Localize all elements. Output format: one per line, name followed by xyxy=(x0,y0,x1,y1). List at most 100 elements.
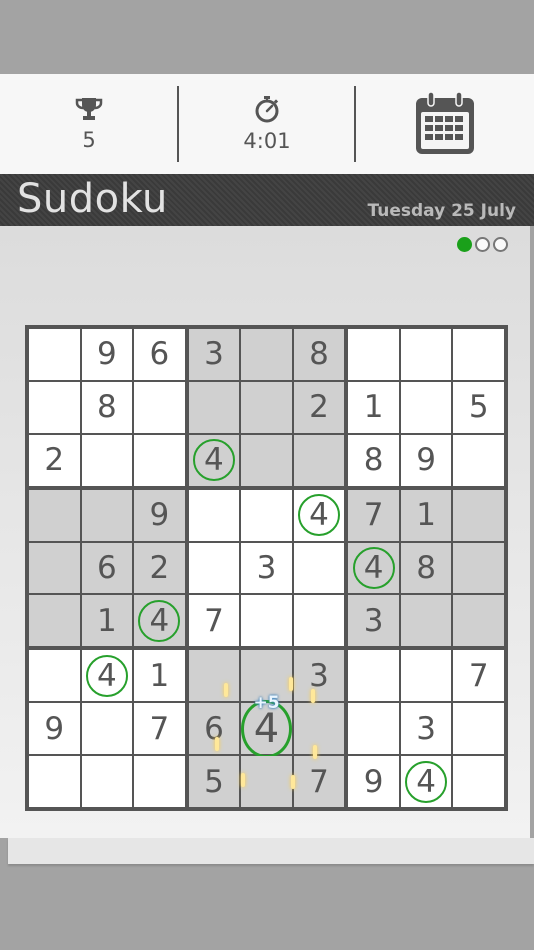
grid-cell[interactable] xyxy=(81,434,133,486)
grid-cell[interactable] xyxy=(400,650,452,702)
grid-cell[interactable] xyxy=(81,489,133,541)
grid-cell[interactable] xyxy=(29,650,80,702)
page-dot[interactable] xyxy=(475,237,490,252)
cell-digit: 2 xyxy=(44,442,65,479)
grid-cell[interactable] xyxy=(453,542,504,594)
cell-digit: 8 xyxy=(309,336,329,373)
grid-cell[interactable] xyxy=(293,542,345,594)
grid-cell[interactable]: 3 xyxy=(348,595,399,647)
grid-cell[interactable]: 3 xyxy=(400,703,452,755)
grid-cell[interactable] xyxy=(453,595,504,647)
grid-cell[interactable]: 7 xyxy=(348,489,399,541)
cell-digit: 3 xyxy=(204,336,224,373)
grid-cell[interactable] xyxy=(188,650,240,702)
correct-digit: 4 xyxy=(298,494,341,537)
timer: 4:01 xyxy=(178,74,356,174)
grid-cell[interactable] xyxy=(81,756,133,807)
grid-cell[interactable] xyxy=(348,329,399,380)
grid-cell[interactable] xyxy=(188,381,240,433)
grid-cell[interactable]: 7 xyxy=(293,756,345,807)
grid-cell[interactable]: 1 xyxy=(348,381,399,433)
grid-cell[interactable]: 7 xyxy=(188,595,240,647)
grid-cell[interactable]: 8 xyxy=(400,542,452,594)
grid-cell[interactable] xyxy=(400,595,452,647)
grid-cell[interactable]: 3 xyxy=(188,329,240,380)
grid-cell[interactable]: 2 xyxy=(293,381,345,433)
grid-cell[interactable]: 8 xyxy=(293,329,345,380)
grid-cell[interactable] xyxy=(241,489,292,541)
grid-cell[interactable] xyxy=(29,756,80,807)
cell-digit: 9 xyxy=(44,710,65,747)
grid-cell[interactable] xyxy=(81,703,133,755)
grid-cell[interactable] xyxy=(29,489,80,541)
calendar-button[interactable] xyxy=(356,74,534,174)
grid-cell[interactable] xyxy=(400,329,452,380)
page-dot[interactable] xyxy=(457,237,472,252)
grid-cell[interactable]: 7 xyxy=(134,703,185,755)
grid-cell[interactable] xyxy=(29,595,80,647)
grid-cell[interactable]: 4 xyxy=(348,542,399,594)
grid-cell[interactable]: 8 xyxy=(348,434,399,486)
cell-digit: 1 xyxy=(363,389,384,426)
grid-cell[interactable]: 1 xyxy=(81,595,133,647)
grid-cell[interactable] xyxy=(241,434,292,486)
grid-cell[interactable]: 9 xyxy=(29,703,80,755)
cell-digit: 9 xyxy=(416,442,437,479)
grid-cell[interactable] xyxy=(241,329,292,380)
cell-digit: 2 xyxy=(149,549,170,586)
grid-cell[interactable]: 5 xyxy=(188,756,240,807)
grid-cell[interactable] xyxy=(453,703,504,755)
grid-cell[interactable]: 9 xyxy=(400,434,452,486)
grid-cell[interactable] xyxy=(241,381,292,433)
grid-cell[interactable]: 2 xyxy=(29,434,80,486)
grid-cell[interactable] xyxy=(400,381,452,433)
grid-cell[interactable] xyxy=(134,434,185,486)
grid-cell[interactable]: 9 xyxy=(348,756,399,807)
page-dot[interactable] xyxy=(493,237,508,252)
puzzle-date: Tuesday 25 July xyxy=(367,201,516,221)
grid-cell[interactable]: 6 xyxy=(134,329,185,380)
stopwatch-icon xyxy=(255,96,279,123)
grid-cell[interactable]: 4 xyxy=(188,434,240,486)
grid-cell[interactable]: 6 xyxy=(188,703,240,755)
grid-cell[interactable] xyxy=(453,434,504,486)
grid-cell[interactable]: 4 xyxy=(400,756,452,807)
grid-cell[interactable]: 5 xyxy=(453,381,504,433)
grid-cell[interactable] xyxy=(188,489,240,541)
correct-digit: 4 xyxy=(85,654,128,697)
sparkle-effect xyxy=(214,736,219,751)
grid-cell[interactable] xyxy=(453,489,504,541)
grid-cell[interactable]: 6 xyxy=(81,542,133,594)
grid-cell[interactable] xyxy=(241,756,292,807)
grid-cell[interactable] xyxy=(29,381,80,433)
grid-cell[interactable]: 9 xyxy=(134,489,185,541)
grid-cell[interactable] xyxy=(453,329,504,380)
grid-cell[interactable]: 3 xyxy=(241,542,292,594)
grid-cell[interactable] xyxy=(188,542,240,594)
grid-cell[interactable]: 1 xyxy=(400,489,452,541)
grid-cell[interactable] xyxy=(453,756,504,807)
grid-cell[interactable] xyxy=(134,381,185,433)
grid-cell[interactable]: 4 xyxy=(293,489,345,541)
grid-cell[interactable]: 3 xyxy=(293,650,345,702)
grid-cell[interactable] xyxy=(29,542,80,594)
grid-cell[interactable] xyxy=(241,595,292,647)
grid-cell[interactable] xyxy=(348,650,399,702)
grid-cell[interactable] xyxy=(348,703,399,755)
grid-cell[interactable] xyxy=(134,756,185,807)
grid-cell[interactable]: 7 xyxy=(453,650,504,702)
grid-cell[interactable]: 1 xyxy=(134,650,185,702)
correct-digit: 4 xyxy=(352,546,395,589)
grid-cell[interactable] xyxy=(293,434,345,486)
grid-cell[interactable]: 9 xyxy=(81,329,133,380)
grid-cell[interactable]: 4 xyxy=(81,650,133,702)
grid-cell[interactable] xyxy=(293,703,345,755)
cell-digit: 7 xyxy=(204,602,224,639)
grid-cell[interactable] xyxy=(293,595,345,647)
grid-cell[interactable] xyxy=(29,329,80,380)
grid-cell[interactable]: 8 xyxy=(81,381,133,433)
grid-cell[interactable]: 2 xyxy=(134,542,185,594)
bonus-points: +5 xyxy=(253,692,280,713)
grid-cell[interactable]: 4 xyxy=(134,595,185,647)
cell-digit: 5 xyxy=(204,763,224,800)
